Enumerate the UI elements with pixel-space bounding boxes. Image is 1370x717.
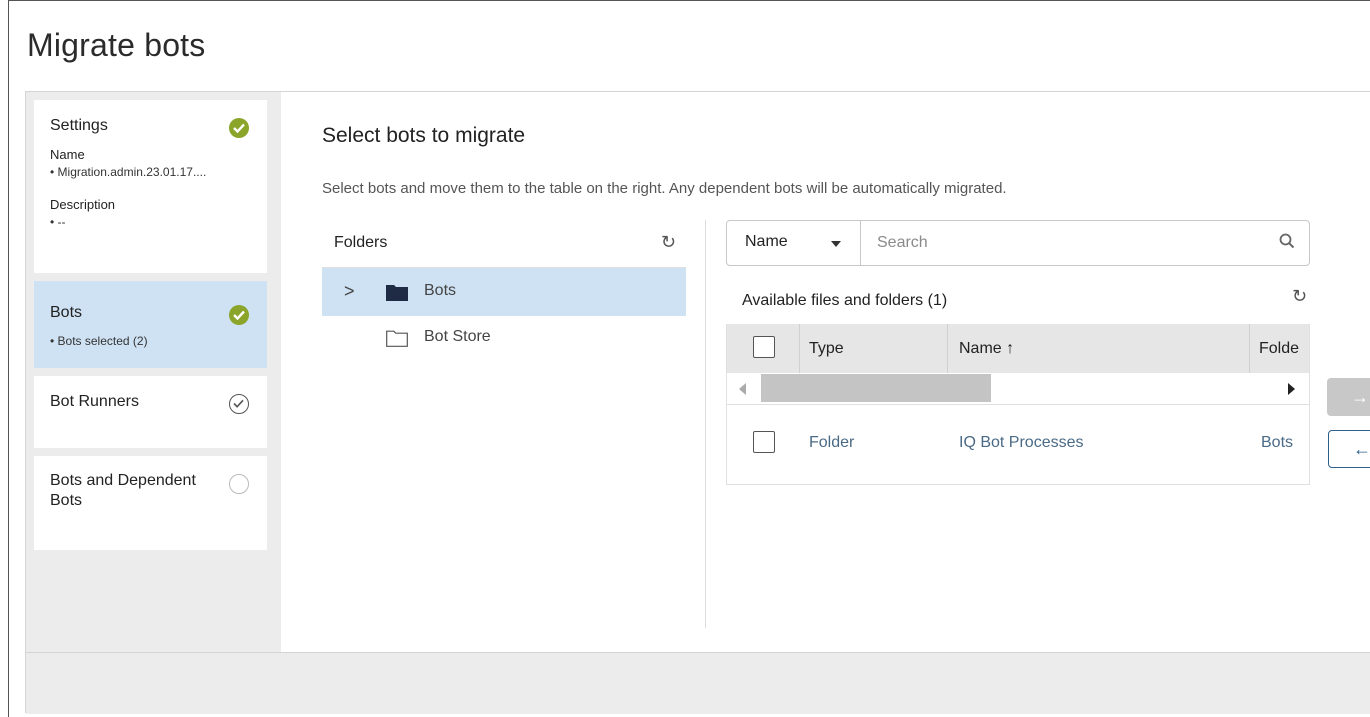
pane-divider (705, 220, 706, 628)
search-field-label: Name (745, 233, 788, 250)
arrow-left-icon: ← (1353, 439, 1370, 459)
column-header-type[interactable]: Type (809, 340, 844, 358)
folder-filled-icon (386, 285, 408, 301)
folder-label: Bots (424, 282, 457, 299)
migration-wizard: Settings Name • Migration.admin.23.01.17… (25, 91, 1370, 714)
move-right-button[interactable]: → (1327, 378, 1370, 416)
app-window: Migrate bots Settings Name • Migration.a… (8, 0, 1370, 717)
row-checkbox[interactable] (753, 431, 775, 453)
scroll-right-arrow-icon[interactable] (1288, 383, 1295, 395)
step-title: Bot Runners (50, 393, 139, 410)
check-circle-icon (229, 118, 249, 138)
column-divider (799, 324, 800, 373)
horizontal-scrollbar[interactable] (727, 373, 1309, 405)
step-detail-label: Name (50, 147, 85, 162)
available-files-title: Available files and folders (1) (742, 292, 948, 309)
table-header: Type Name ↑ Folde (727, 324, 1309, 373)
step-title: Bots and Dependent Bots (50, 472, 196, 509)
step-bot-runners[interactable]: Bot Runners (34, 376, 267, 448)
chevron-right-icon[interactable]: > (344, 281, 355, 302)
step-settings[interactable]: Settings Name • Migration.admin.23.01.17… (34, 100, 267, 273)
cell-folder: Bots (1261, 434, 1294, 451)
folder-outline-icon (386, 330, 408, 347)
folders-label: Folders (334, 234, 388, 251)
search-icon[interactable] (1279, 233, 1295, 249)
folder-tree-item-bot-store[interactable]: Bot Store (322, 316, 686, 364)
content-title: Select bots to migrate (322, 124, 526, 147)
select-all-checkbox[interactable] (753, 336, 775, 358)
available-files-table: Type Name ↑ Folde Folder IQ Bot Processe… (726, 324, 1310, 485)
step-bots[interactable]: Bots • Bots selected (2) (34, 281, 267, 368)
refresh-icon[interactable]: ↻ (1292, 286, 1307, 307)
folder-label: Bot Store (424, 328, 491, 345)
content-description: Select bots and move them to the table o… (322, 180, 1007, 197)
step-title: Settings (50, 117, 108, 134)
sort-ascending-icon: ↑ (1006, 340, 1015, 357)
move-left-button[interactable]: ← (1328, 430, 1370, 468)
folder-tree-item-bots[interactable]: > Bots (322, 268, 686, 316)
table-row[interactable]: Folder IQ Bot Processes Bots (727, 406, 1309, 484)
scroll-left-arrow-icon[interactable] (739, 383, 746, 395)
cell-name[interactable]: IQ Bot Processes (959, 434, 1084, 452)
folders-pane: Folders ↻ > Bots Bot Store (322, 222, 686, 364)
step-title: Bots (50, 304, 83, 321)
column-divider (947, 324, 948, 373)
refresh-icon[interactable]: ↻ (661, 232, 676, 253)
scrollbar-thumb[interactable] (761, 374, 991, 402)
column-header-folder[interactable]: Folde (1259, 340, 1299, 358)
step-bots-and-dependent-bots[interactable]: Bots and Dependent Bots (34, 456, 267, 550)
check-circle-outline-icon (229, 394, 249, 414)
page-title: Migrate bots (27, 27, 206, 63)
folders-header: Folders ↻ (322, 222, 686, 268)
arrow-right-icon: → (1351, 387, 1369, 407)
wizard-footer (26, 652, 1370, 714)
step-detail-value: • Migration.admin.23.01.17.... (50, 165, 207, 179)
step-summary: • Bots selected (2) (50, 334, 148, 348)
caret-down-icon (831, 241, 841, 247)
cell-type: Folder (809, 434, 855, 451)
main-content: Select bots to migrate Select bots and m… (282, 92, 1370, 652)
step-detail-label: Description (50, 197, 116, 212)
step-detail-value: • -- (50, 215, 66, 229)
column-header-label: Name (959, 340, 1002, 357)
column-header-name[interactable]: Name ↑ (959, 340, 1014, 358)
search-input[interactable] (877, 231, 1257, 255)
check-circle-icon (229, 305, 249, 325)
wizard-steps-sidebar: Settings Name • Migration.admin.23.01.17… (26, 92, 281, 652)
search-bar: Name (726, 220, 1310, 266)
search-field-dropdown[interactable]: Name (727, 221, 861, 265)
pending-circle-icon (229, 474, 249, 494)
column-divider (1249, 324, 1250, 373)
